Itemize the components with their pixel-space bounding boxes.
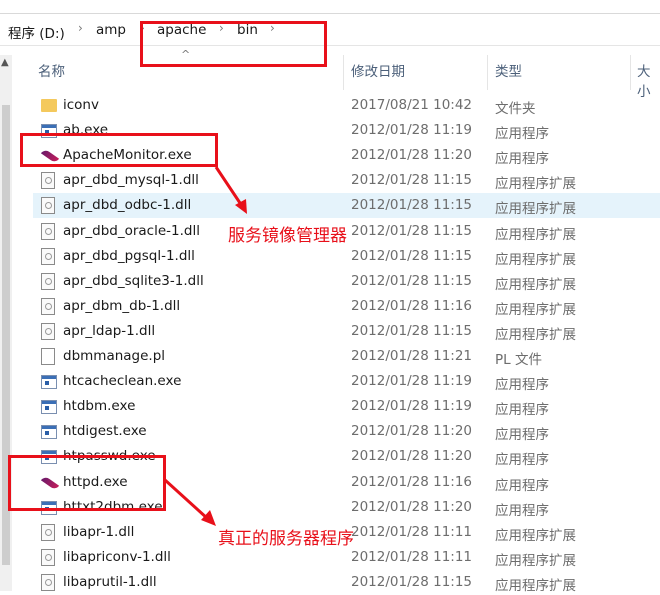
arrow-monitor bbox=[214, 166, 244, 207]
annotation-monitor-label: 服务镜像管理器 bbox=[228, 226, 347, 246]
annotation-arrows bbox=[163, 166, 247, 526]
arrow-httpd bbox=[163, 478, 210, 521]
annotation-httpd-label: 真正的服务器程序 bbox=[218, 529, 354, 549]
arrowhead-icon bbox=[201, 510, 216, 526]
arrowhead-icon bbox=[235, 199, 247, 214]
